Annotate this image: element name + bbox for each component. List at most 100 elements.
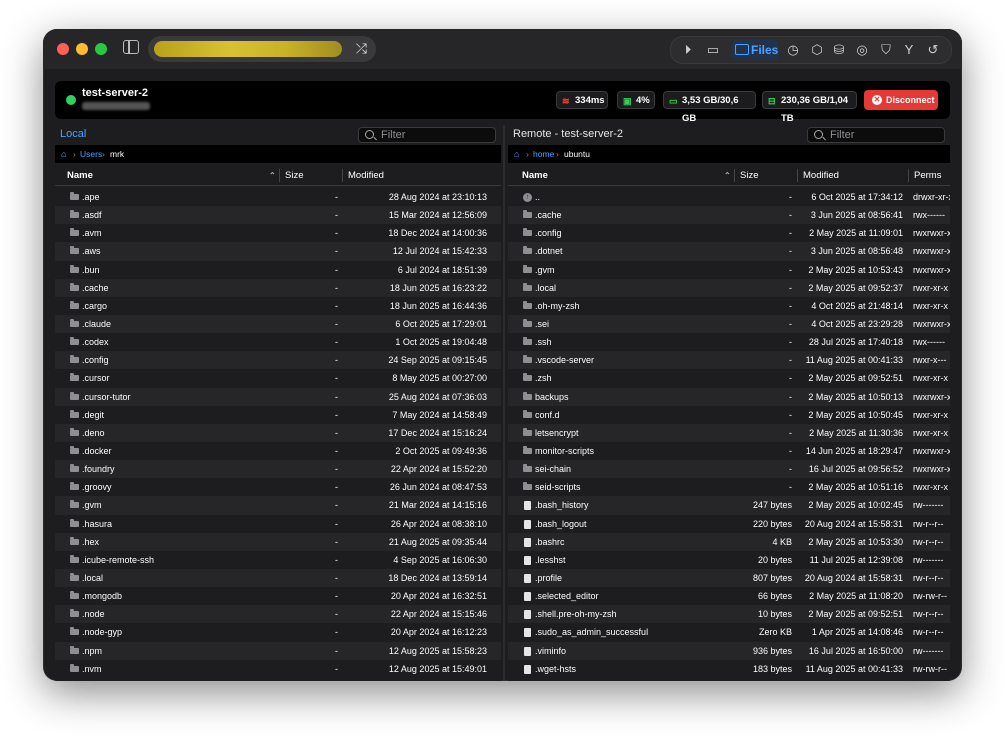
column-divider[interactable] [279,169,280,182]
table-row[interactable]: .cursor-tutor - 25 Aug 2024 at 07:36:03 [55,387,501,406]
column-name[interactable]: Name [67,170,93,181]
table-row[interactable]: .local - 18 Dec 2024 at 13:59:14 [55,568,501,588]
table-row[interactable]: .icube-remote-ssh - 4 Sep 2025 at 16:06:30 [55,551,501,569]
cube-icon[interactable]: ⬡ [809,42,825,58]
table-row[interactable]: .wget-hsts 183 bytes 11 Aug 2025 at 00:41:… [508,660,950,678]
table-row[interactable]: .cursor - 8 May 2025 at 00:27:00 [55,369,501,387]
breadcrumb-item[interactable]: mrk [110,149,124,159]
table-row[interactable]: .nvm - 12 Aug 2025 at 15:49:01 [55,660,501,678]
shuffle-icon[interactable]: ⤮ [356,40,367,57]
table-row[interactable]: letsencrypt - 2 May 2025 at 11:30:36 rwxr-x… [508,423,950,442]
table-row[interactable]: .local - 2 May 2025 at 09:52:37 rwxr-xr-x [508,278,950,297]
files-tab-button[interactable]: Files [731,40,779,60]
table-row[interactable]: ↑.. - 6 Oct 2025 at 17:34:12 drwxr-xr-x [508,188,950,206]
table-row[interactable]: .gvm - 2 May 2025 at 10:53:43 rwxrwxr-x [508,261,950,279]
table-row[interactable]: .zsh - 2 May 2025 at 09:52:51 rwxr-xr-x [508,369,950,387]
breadcrumb-item[interactable]: Users [80,149,102,159]
table-row[interactable]: .lesshst 20 bytes 11 Jul 2025 at 12:39:08 r… [508,551,950,569]
terminal-icon[interactable]: ▭ [705,42,721,58]
table-row[interactable]: .sudo_as_admin_successful Zero KB 1 Apr 20… [508,623,950,641]
column-divider[interactable] [908,169,909,182]
table-row[interactable]: conf.d - 2 May 2025 at 10:50:45 rwxr-xr-x [508,406,950,424]
table-row[interactable]: .sei - 4 Oct 2025 at 23:29:28 rwxrwxr-x [508,314,950,334]
home-icon[interactable]: ⌂ [514,150,523,159]
column-size[interactable]: Size [285,170,303,181]
remote-file-list: ↑.. - 6 Oct 2025 at 17:34:12 drwxr-xr-x .cac… [508,188,950,678]
history-icon[interactable]: ↺ [925,42,941,58]
breadcrumb-item[interactable]: home [533,149,554,159]
table-row[interactable]: seid-scripts - 2 May 2025 at 10:51:16 rwxr-… [508,478,950,496]
session-tab[interactable]: ⤮ [148,36,376,62]
table-row[interactable]: .bash_history 247 bytes 2 May 2025 at 10:0… [508,496,950,515]
table-row[interactable]: .codex - 1 Oct 2025 at 19:04:48 [55,333,501,351]
table-row[interactable]: .foundry - 22 Apr 2024 at 15:52:20 [55,460,501,479]
column-divider[interactable] [734,169,735,182]
table-row[interactable]: .bashrc 4 KB 2 May 2025 at 10:53:30 rw-r--r… [508,532,950,551]
table-row[interactable]: .mongodb - 20 Apr 2024 at 16:32:51 [55,587,501,605]
table-row[interactable]: .ssh - 28 Jul 2025 at 17:40:18 rwx------ [508,333,950,351]
column-size[interactable]: Size [740,170,758,181]
remote-filter-input[interactable] [830,128,938,142]
table-row[interactable]: .dotnet - 3 Jun 2025 at 08:56:48 rwxrwxr-x [508,242,950,261]
table-row[interactable]: .viminfo 936 bytes 16 Jul 2025 at 16:50:00… [508,641,950,660]
file-permissions: rw-r--r-- [913,627,944,638]
table-row[interactable]: .cache - 18 Jun 2025 at 16:23:22 [55,278,501,297]
close-window-button[interactable] [57,43,69,55]
table-row[interactable]: .claude - 6 Oct 2025 at 17:29:01 [55,314,501,334]
table-row[interactable]: .config - 2 May 2025 at 11:09:01 rwxrwxr-x [508,224,950,242]
table-row[interactable]: .groovy - 26 Jun 2024 at 08:47:53 [55,478,501,496]
table-row[interactable]: .bun - 6 Jul 2024 at 18:51:39 [55,261,501,279]
table-row[interactable]: .vscode-server - 11 Aug 2025 at 00:41:33 rw… [508,351,950,370]
database-icon[interactable]: ⛁ [831,42,847,58]
column-name[interactable]: Name [522,170,548,181]
table-row[interactable]: .deno - 17 Dec 2024 at 15:16:24 [55,423,501,442]
play-circle-icon[interactable]: ⏵ [680,42,696,58]
table-row[interactable]: .shell.pre-oh-my-zsh 10 bytes 2 May 2025 a… [508,605,950,624]
table-row[interactable]: .oh-my-zsh - 4 Oct 2025 at 21:48:14 rwxr-xr… [508,297,950,315]
folder-glyph [523,373,532,382]
column-modified[interactable]: Modified [803,170,839,181]
home-icon[interactable]: ⌂ [61,150,70,159]
file-permissions: rwxrwxr-x [913,264,950,275]
table-row[interactable]: .degit - 7 May 2024 at 14:58:49 [55,406,501,424]
table-row[interactable]: .hasura - 26 Apr 2024 at 08:38:10 [55,515,501,533]
table-row[interactable]: .avm - 18 Dec 2024 at 14:00:36 [55,224,501,242]
local-filter-input[interactable] [381,128,489,142]
remote-filter[interactable] [807,127,945,143]
shield-icon[interactable]: ⛉ [878,42,894,58]
sort-ascending-icon[interactable]: ⌃ [269,171,276,180]
zoom-window-button[interactable] [95,43,107,55]
column-modified[interactable]: Modified [348,170,384,181]
minimize-window-button[interactable] [76,43,88,55]
table-row[interactable]: .profile 807 bytes 20 Aug 2024 at 15:58:31… [508,568,950,588]
fork-icon[interactable]: Y [901,42,917,58]
table-row[interactable]: .selected_editor 66 bytes 2 May 2025 at 11… [508,587,950,605]
column-divider[interactable] [797,169,798,182]
table-row[interactable]: sei-chain - 16 Jul 2025 at 09:56:52 rwxrwxr… [508,460,950,479]
table-row[interactable]: .ape - 28 Aug 2024 at 23:10:13 [55,188,501,206]
table-row[interactable]: .asdf - 15 Mar 2024 at 12:56:09 [55,206,501,225]
table-row[interactable]: .gvm - 21 Mar 2024 at 14:15:16 [55,496,501,515]
table-row[interactable]: .aws - 12 Jul 2024 at 15:42:33 [55,242,501,261]
column-divider[interactable] [342,169,343,182]
clock-icon[interactable]: ◷ [785,42,801,58]
table-row[interactable]: .config - 24 Sep 2025 at 09:15:45 [55,351,501,370]
globe-icon[interactable]: ◎ [854,42,870,58]
column-perms[interactable]: Perms [914,170,941,181]
local-filter[interactable] [358,127,496,143]
table-row[interactable]: .cache - 3 Jun 2025 at 08:56:41 rwx------ [508,206,950,225]
sidebar-toggle-icon[interactable] [123,40,139,54]
table-row[interactable]: .docker - 2 Oct 2025 at 09:49:36 [55,442,501,460]
breadcrumb-item[interactable]: ubuntu [564,149,590,159]
table-row[interactable]: .npm - 12 Aug 2025 at 15:58:23 [55,641,501,660]
table-row[interactable]: .hex - 21 Aug 2025 at 09:35:44 [55,532,501,551]
disconnect-button[interactable]: ✕ Disconnect [864,90,938,110]
table-row[interactable]: .bash_logout 220 bytes 20 Aug 2024 at 15:5… [508,515,950,533]
table-row[interactable]: monitor-scripts - 14 Jun 2025 at 18:29:47 r… [508,442,950,460]
sort-ascending-icon[interactable]: ⌃ [724,171,731,180]
table-row[interactable]: .node-gyp - 20 Apr 2024 at 16:12:23 [55,623,501,641]
pane-splitter[interactable] [503,125,505,681]
table-row[interactable]: .node - 22 Apr 2024 at 15:15:46 [55,605,501,624]
table-row[interactable]: .cargo - 18 Jun 2025 at 16:44:36 [55,297,501,315]
table-row[interactable]: backups - 2 May 2025 at 10:50:13 rwxrwxr-x [508,387,950,406]
